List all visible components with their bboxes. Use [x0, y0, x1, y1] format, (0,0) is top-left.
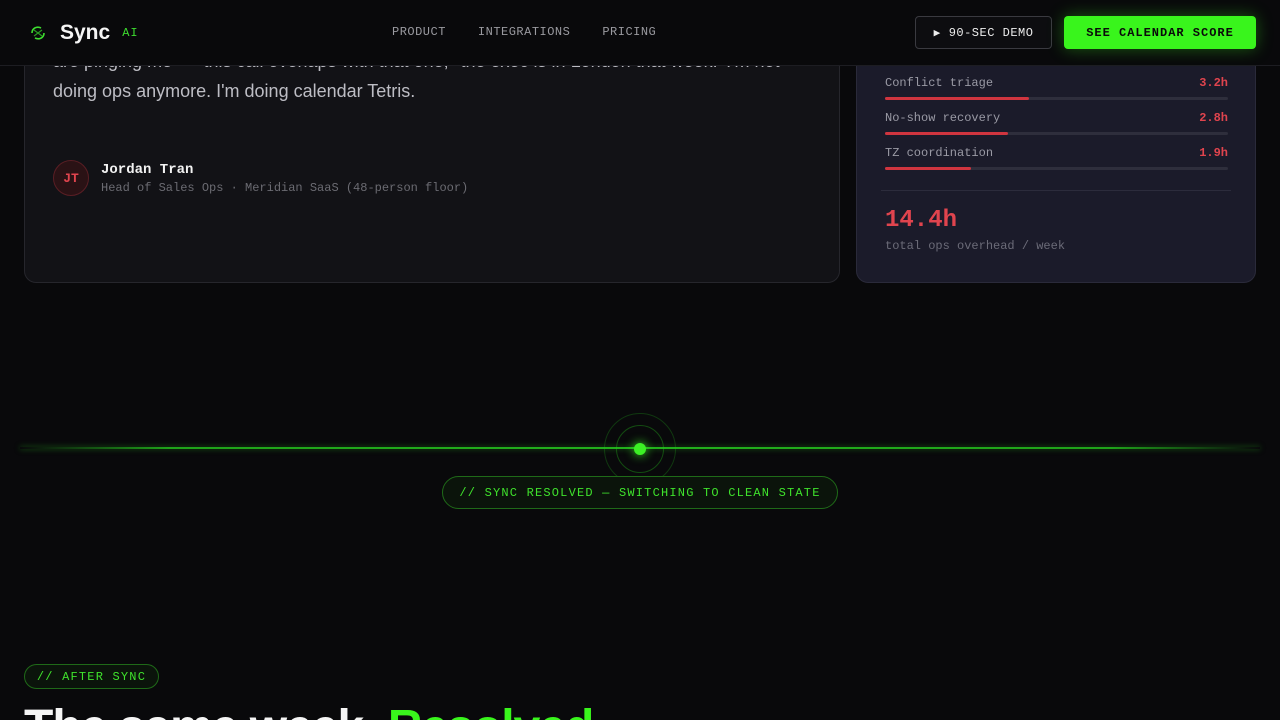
main-nav: PRODUCT INTEGRATIONS PRICING	[392, 25, 656, 39]
cta-button-label: SEE CALENDAR SCORE	[1086, 25, 1234, 40]
stat-row: TZ coordination 1.9h	[885, 146, 1228, 170]
avatar: JT	[53, 160, 89, 196]
logo-badge: AI	[122, 26, 139, 40]
stat-row: No-show recovery 2.8h	[885, 111, 1228, 135]
stat-label: TZ coordination	[885, 146, 994, 160]
author-name: Jordan Tran	[101, 161, 194, 178]
stat-bar-fill	[885, 132, 1009, 135]
play-icon: ▶	[933, 27, 941, 40]
logo[interactable]: Sync AI	[28, 19, 139, 47]
nav-pricing[interactable]: PRICING	[602, 25, 656, 39]
stat-bar-track	[885, 167, 1228, 170]
stat-bar-track	[885, 132, 1228, 135]
stat-value: 2.8h	[1199, 111, 1228, 125]
testimonial-author: JT Jordan Tran Head of Sales Ops · Merid…	[53, 160, 468, 196]
overhead-total-caption: total ops overhead / week	[885, 239, 1066, 253]
stat-label: No-show recovery	[885, 111, 1001, 125]
pulse-dot-icon	[634, 443, 646, 455]
sync-resolved-badge: // SYNC RESOLVED — SWITCHING TO CLEAN ST…	[442, 476, 838, 509]
author-role: Head of Sales Ops · Meridian SaaS (48-pe…	[101, 180, 469, 195]
nav-integrations[interactable]: INTEGRATIONS	[478, 25, 570, 39]
demo-button-label: 90-SEC DEMO	[948, 25, 1034, 40]
calendar-score-button[interactable]: SEE CALENDAR SCORE	[1064, 16, 1256, 49]
author-info: Jordan Tran Head of Sales Ops · Meridian…	[101, 162, 468, 195]
stat-value: 3.2h	[1199, 76, 1228, 90]
sync-logo-icon	[31, 26, 45, 40]
overhead-total: 14.4h	[885, 207, 958, 234]
nav-product[interactable]: PRODUCT	[392, 25, 446, 39]
after-sync-tag: // AFTER SYNC	[24, 664, 159, 689]
stat-value: 1.9h	[1199, 146, 1228, 160]
stat-bar-track	[885, 97, 1228, 100]
after-sync-heading: The same week. Resolved.	[24, 700, 607, 720]
stats-divider	[881, 190, 1231, 191]
stat-bar-fill	[885, 167, 971, 170]
stat-bar-fill	[885, 97, 1030, 100]
site-header: Sync AI PRODUCT INTEGRATIONS PRICING ▶ 9…	[0, 0, 1280, 66]
heading-plain: The same week.	[24, 701, 377, 720]
logo-text: Sync	[60, 21, 111, 44]
demo-button[interactable]: ▶ 90-SEC DEMO	[915, 16, 1052, 49]
stat-label: Conflict triage	[885, 76, 994, 90]
heading-accent: Resolved.	[388, 701, 607, 720]
stat-row: Conflict triage 3.2h	[885, 76, 1228, 100]
